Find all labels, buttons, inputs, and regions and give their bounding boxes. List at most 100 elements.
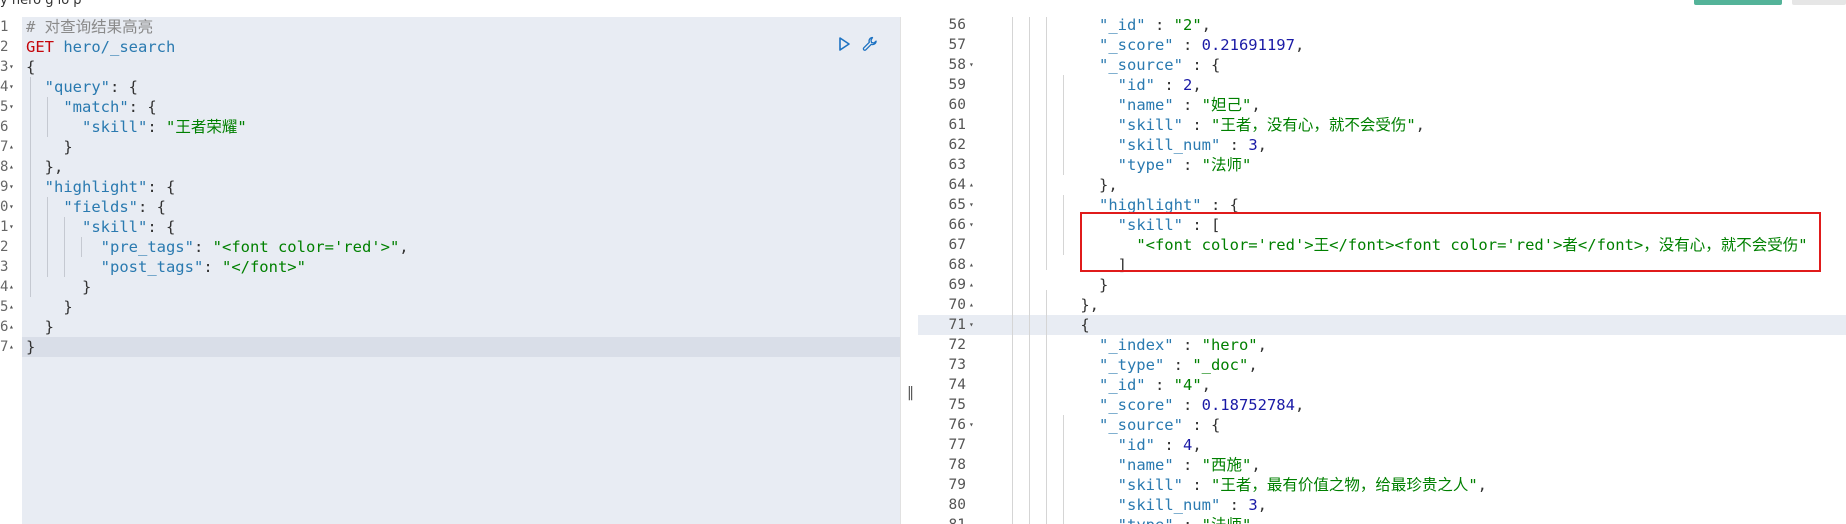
code-line[interactable]: 81 "type" : "法师" bbox=[918, 515, 1846, 524]
code-token: 4 bbox=[1182, 436, 1193, 454]
code-token: : bbox=[1182, 116, 1211, 134]
pane-resizer[interactable]: ‖ bbox=[900, 17, 920, 524]
unfold-toggle-icon[interactable]: ▴ bbox=[9, 137, 14, 157]
code-line[interactable]: 9 ▾ "highlight": { bbox=[0, 177, 900, 197]
line-code: "highlight": { bbox=[26, 177, 176, 197]
code-line[interactable]: 3 ▾{ bbox=[0, 57, 900, 77]
line-code: "type" : "法师" bbox=[987, 155, 1252, 175]
code-line[interactable]: 78 "name" : "西施", bbox=[918, 455, 1846, 475]
code-line[interactable]: 69 ▴ } bbox=[918, 275, 1846, 295]
code-line[interactable]: 60 "name" : "妲己", bbox=[918, 95, 1846, 115]
code-token: "match" bbox=[63, 98, 129, 116]
unfold-toggle-icon[interactable]: ▴ bbox=[969, 275, 974, 295]
code-token: 2 bbox=[1182, 76, 1193, 94]
line-number: 58 bbox=[948, 57, 966, 73]
unfold-toggle-icon[interactable]: ▴ bbox=[969, 295, 974, 315]
fold-toggle-icon[interactable]: ▾ bbox=[9, 97, 14, 117]
request-editor[interactable]: 1 # 对查询结果高亮 2 GET hero/_search 3 ▾{4 ▾ "query"… bbox=[0, 17, 900, 524]
code-line[interactable]: 7 ▴} bbox=[0, 337, 900, 357]
code-line[interactable]: 8 ▴ }, bbox=[0, 157, 900, 177]
code-line[interactable]: 4 ▾ "query": { bbox=[0, 77, 900, 97]
fold-toggle-icon[interactable]: ▾ bbox=[9, 217, 14, 237]
unfold-toggle-icon[interactable]: ▴ bbox=[9, 277, 14, 297]
code-line[interactable]: 64 ▴ }, bbox=[918, 175, 1846, 195]
unfold-toggle-icon[interactable]: ▴ bbox=[9, 157, 14, 177]
code-line[interactable]: 62 "skill_num" : 3, bbox=[918, 135, 1846, 155]
code-line[interactable]: 5 ▾ "match": { bbox=[0, 97, 900, 117]
code-token: 3 bbox=[1248, 136, 1258, 154]
fold-toggle-icon[interactable]: ▾ bbox=[9, 57, 14, 77]
line-code: "skill": { bbox=[26, 217, 175, 237]
line-number: 2 bbox=[0, 37, 22, 57]
fold-toggle-icon[interactable]: ▾ bbox=[9, 177, 14, 197]
unfold-toggle-icon[interactable]: ▴ bbox=[969, 175, 974, 195]
fold-toggle-icon[interactable]: ▾ bbox=[9, 77, 14, 97]
wrench-icon[interactable] bbox=[862, 36, 878, 52]
primary-button[interactable] bbox=[1694, 0, 1782, 5]
unfold-toggle-icon[interactable]: ▴ bbox=[9, 297, 14, 317]
code-line[interactable]: 3 "post_tags": "</font>" bbox=[0, 257, 900, 277]
code-token: "_score" bbox=[1098, 36, 1174, 54]
fold-toggle-icon[interactable]: ▾ bbox=[969, 415, 974, 435]
code-line[interactable]: 80 "skill_num" : 3, bbox=[918, 495, 1846, 515]
code-token: , bbox=[1251, 96, 1261, 114]
unfold-toggle-icon[interactable]: ▴ bbox=[9, 337, 14, 357]
code-line[interactable]: 61 "skill" : "王者，没有心，就不会受伤", bbox=[918, 115, 1846, 135]
code-line[interactable]: 74 "_id" : "4", bbox=[918, 375, 1846, 395]
code-line[interactable]: 5 ▴ } bbox=[0, 297, 900, 317]
code-line[interactable]: 1 ▾ "skill": { bbox=[0, 217, 900, 237]
code-line[interactable]: 75 "_score" : 0.18752784, bbox=[918, 395, 1846, 415]
code-line[interactable]: 6 "skill": "王者荣耀" bbox=[0, 117, 900, 137]
line-code: "_type" : "_doc", bbox=[987, 355, 1258, 375]
code-token: : bbox=[1173, 336, 1202, 354]
line-code: }, bbox=[26, 157, 64, 177]
code-line[interactable]: 77 "id" : 4, bbox=[918, 435, 1846, 455]
code-line[interactable]: 7 ▴ } bbox=[0, 137, 900, 157]
code-line[interactable]: 6 ▴ } bbox=[0, 317, 900, 337]
code-line[interactable]: 79 "skill" : "王者，最有价值之物，给最珍贵之人", bbox=[918, 475, 1846, 495]
code-line[interactable]: 57 "_score" : 0.21691197, bbox=[918, 35, 1846, 55]
code-token: : bbox=[1182, 476, 1211, 494]
code-token: , bbox=[1477, 476, 1487, 494]
request-code[interactable]: 1 # 对查询结果高亮 2 GET hero/_search 3 ▾{4 ▾ "query"… bbox=[0, 17, 900, 357]
code-token: "_source" bbox=[1098, 56, 1183, 74]
code-line[interactable]: 76 ▾ "_source" : { bbox=[918, 415, 1846, 435]
line-code: "post_tags": "</font>" bbox=[26, 257, 306, 277]
code-line[interactable]: 2 "pre_tags": "<font color='red'>", bbox=[0, 237, 900, 257]
code-line[interactable]: 58 ▾ "_source" : { bbox=[918, 55, 1846, 75]
code-line[interactable]: 0 ▾ "fields": { bbox=[0, 197, 900, 217]
fold-toggle-icon[interactable]: ▾ bbox=[969, 315, 974, 335]
code-line[interactable]: 72 "_index" : "hero", bbox=[918, 335, 1846, 355]
code-token: } bbox=[26, 138, 73, 156]
code-token: : { bbox=[1182, 56, 1221, 74]
secondary-button[interactable] bbox=[1792, 0, 1846, 5]
fold-toggle-icon[interactable]: ▾ bbox=[9, 197, 14, 217]
code-line[interactable]: 70 ▴ }, bbox=[918, 295, 1846, 315]
fold-toggle-icon[interactable]: ▾ bbox=[969, 195, 974, 215]
code-token: "id" bbox=[1117, 436, 1155, 454]
code-line[interactable]: 56 "_id" : "2", bbox=[918, 17, 1846, 35]
unfold-toggle-icon[interactable]: ▴ bbox=[9, 317, 14, 337]
code-line[interactable]: 63 "type" : "法师" bbox=[918, 155, 1846, 175]
code-line[interactable]: 2 GET hero/_search bbox=[0, 37, 900, 57]
code-line[interactable]: 1 # 对查询结果高亮 bbox=[0, 17, 900, 37]
highlight-annotation-box bbox=[1080, 212, 1821, 272]
unfold-toggle-icon[interactable]: ▴ bbox=[969, 255, 974, 275]
code-line[interactable]: 73 "_type" : "_doc", bbox=[918, 355, 1846, 375]
code-line[interactable]: 4 ▴ } bbox=[0, 277, 900, 297]
fold-toggle-icon[interactable]: ▾ bbox=[969, 215, 974, 235]
line-code: "query": { bbox=[26, 77, 138, 97]
line-number: 68 bbox=[948, 257, 966, 273]
code-token: "_index" bbox=[1098, 336, 1174, 354]
resize-grip-icon[interactable]: ‖ bbox=[907, 385, 914, 401]
play-icon[interactable] bbox=[836, 36, 852, 52]
code-line[interactable]: 59 "id" : 2, bbox=[918, 75, 1846, 95]
fold-toggle-icon[interactable]: ▾ bbox=[969, 55, 974, 75]
code-token: : bbox=[1220, 496, 1249, 514]
code-line[interactable]: 71 ▾ { bbox=[918, 315, 1846, 335]
